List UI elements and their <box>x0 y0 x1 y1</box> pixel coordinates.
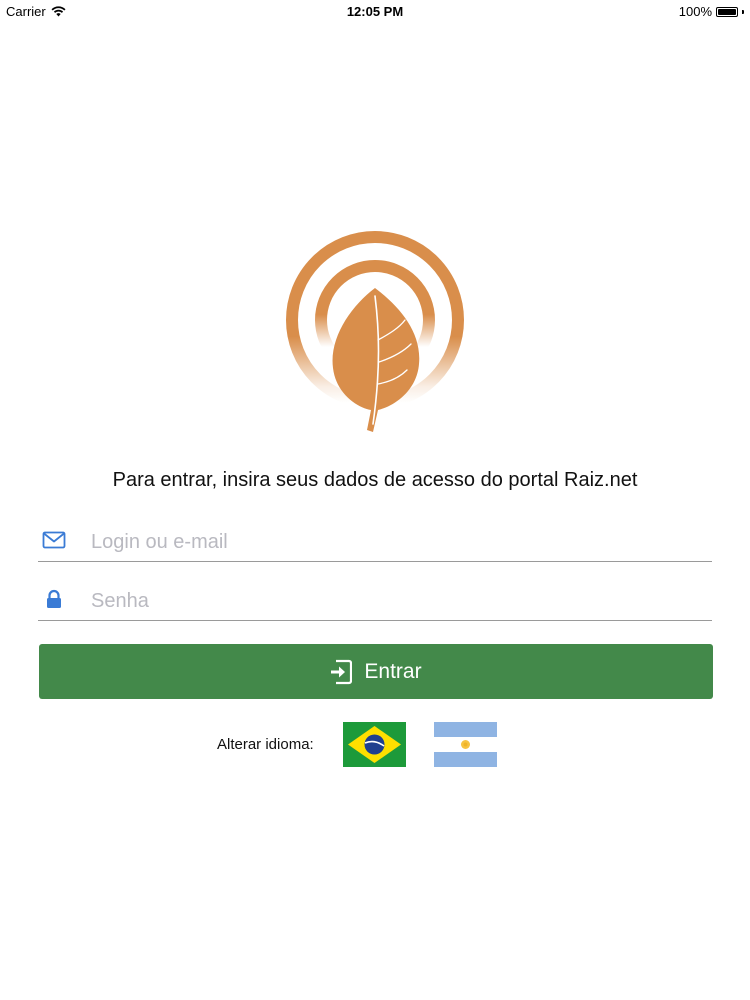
battery-percent: 100% <box>678 4 712 19</box>
battery-icon <box>716 6 738 17</box>
enter-button-label: Entrar <box>364 659 422 683</box>
battery-tip <box>742 9 744 14</box>
password-field <box>38 580 712 621</box>
login-screen: Carrier 12:05 PM 100% Para entrar, insir… <box>0 0 750 1000</box>
language-label: Alterar idioma: <box>217 736 314 753</box>
brazil-flag-icon[interactable] <box>343 722 406 767</box>
status-right: 100% <box>679 4 744 19</box>
password-input[interactable] <box>91 586 691 616</box>
login-input[interactable] <box>91 527 691 557</box>
enter-button[interactable]: Entrar <box>39 644 713 699</box>
raiz-leaf-logo-icon <box>286 231 464 432</box>
status-time: 12:05 PM <box>346 4 404 19</box>
envelope-icon <box>42 531 66 549</box>
login-field <box>38 521 712 562</box>
battery-fill <box>718 8 736 15</box>
sign-in-icon <box>331 659 353 684</box>
argentina-flag-icon[interactable] <box>434 722 497 767</box>
lock-icon <box>47 589 61 608</box>
login-instruction: Para entrar, insira seus dados de acesso… <box>112 469 638 491</box>
status-bar: Carrier 12:05 PM 100% <box>0 0 750 22</box>
